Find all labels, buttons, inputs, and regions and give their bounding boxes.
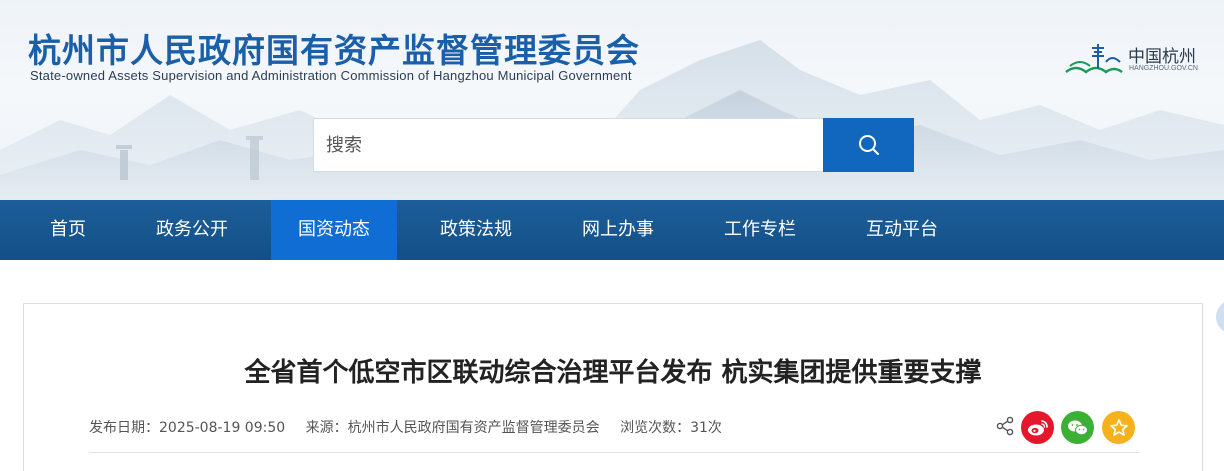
site-title: 杭州市人民政府国有资产监督管理委员会	[28, 31, 640, 70]
meta-divider	[89, 452, 1139, 453]
wechat-icon	[1067, 420, 1088, 435]
nav-item-interaction[interactable]: 互动平台	[846, 200, 958, 260]
search-button[interactable]	[823, 118, 914, 172]
nav-item-online-services[interactable]: 网上办事	[562, 200, 674, 260]
article-title: 全省首个低空市区联动综合治理平台发布 杭实集团提供重要支撑	[244, 358, 982, 388]
hangzhou-gov-brand[interactable]: 中国杭州 HANGZHOU.GOV.CN	[1062, 40, 1212, 80]
hangzhou-logo-icon	[1065, 44, 1123, 74]
nav-item-work-column[interactable]: 工作专栏	[704, 200, 816, 260]
view-count: 浏览次数：31次	[620, 420, 722, 436]
search-bar	[313, 118, 914, 172]
share-icon[interactable]	[994, 415, 1016, 437]
nav-item-gov-affairs[interactable]: 政务公开	[136, 200, 248, 260]
site-subtitle: State-owned Assets Supervision and Admin…	[30, 68, 632, 83]
share-weibo-button[interactable]	[1021, 411, 1054, 444]
publish-date: 发布日期：2025-08-19 09:50	[89, 420, 286, 436]
search-input[interactable]	[314, 119, 824, 171]
brand-domain: HANGZHOU.GOV.CN	[1129, 65, 1198, 72]
brand-name: 中国杭州	[1128, 47, 1196, 67]
article-panel: 全省首个低空市区联动综合治理平台发布 杭实集团提供重要支撑 发布日期：2025-…	[23, 303, 1203, 471]
share-wechat-button[interactable]	[1061, 411, 1094, 444]
nav-item-policies[interactable]: 政策法规	[420, 200, 532, 260]
floating-side-tab[interactable]	[1216, 300, 1224, 334]
favorite-button[interactable]	[1102, 411, 1135, 444]
star-icon	[1109, 418, 1128, 436]
nav-item-sasac-news[interactable]: 国资动态	[271, 200, 397, 260]
article-source: 来源：杭州市人民政府国有资产监督管理委员会	[305, 420, 600, 436]
article-meta: 发布日期：2025-08-19 09:50 来源：杭州市人民政府国有资产监督管理…	[89, 417, 738, 437]
weibo-icon	[1027, 419, 1048, 435]
search-icon	[858, 135, 879, 155]
nav-item-home[interactable]: 首页	[26, 200, 110, 260]
site-header: 杭州市人民政府国有资产监督管理委员会 State-owned Assets Su…	[0, 0, 1224, 200]
main-nav: 首页 政务公开 国资动态 政策法规 网上办事 工作专栏 互动平台	[0, 200, 1224, 260]
